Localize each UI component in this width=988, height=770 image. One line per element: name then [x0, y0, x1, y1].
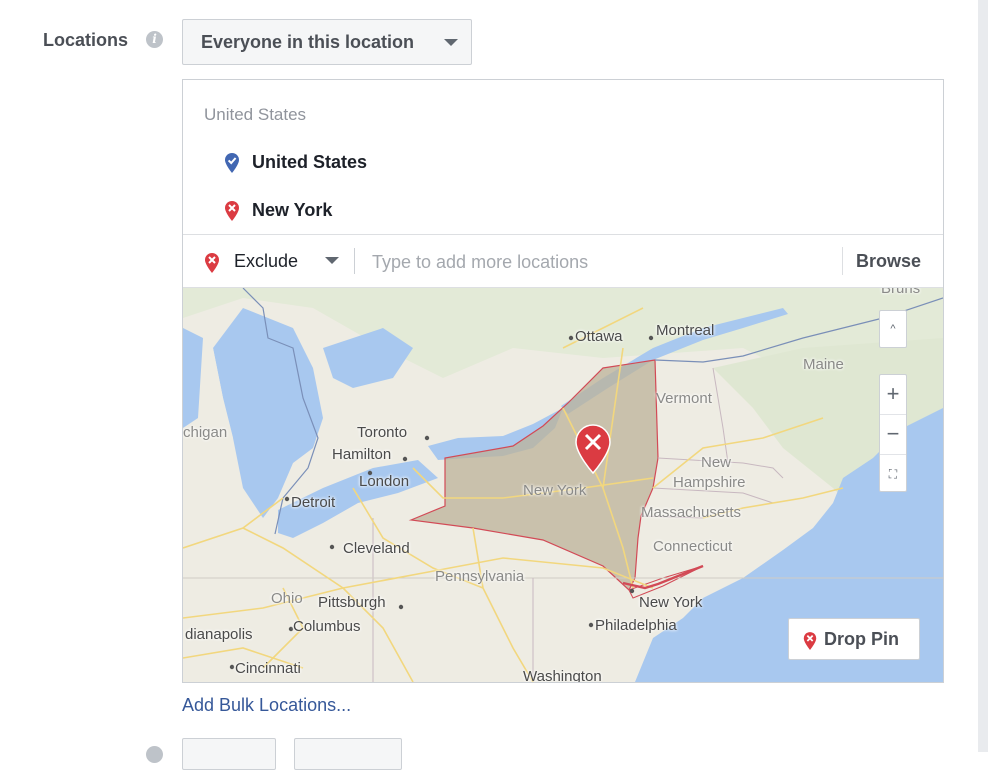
blue-pin-icon — [225, 153, 239, 173]
map-label-michigan: chigan — [183, 424, 228, 441]
map-pan-up-button[interactable]: ^ — [879, 310, 907, 348]
map-label-ottawa: Ottawa — [575, 328, 623, 345]
map-label-maine: Maine — [803, 356, 844, 373]
map-label-philadelphia: Philadelphia — [595, 617, 677, 634]
location-item-label: New York — [252, 200, 333, 220]
map-label-bruns: Bruns — [881, 288, 921, 297]
map-label-hamilton: Hamilton — [332, 446, 392, 463]
location-group-title: United States — [204, 105, 307, 124]
partial-button[interactable] — [294, 738, 402, 770]
location-search-row: Exclude Browse — [183, 234, 943, 288]
info-icon[interactable] — [146, 746, 163, 763]
map-label-new-hampshire-line1: New — [701, 454, 732, 471]
chevron-down-icon — [325, 257, 339, 264]
map-label-vermont: Vermont — [656, 390, 712, 407]
location-mode-dropdown[interactable]: Everyone in this location — [182, 19, 472, 65]
red-exclude-pin-icon — [205, 253, 219, 273]
map-label-pittsburgh: Pittsburgh — [318, 594, 386, 611]
map-label-pennsylvania: Pennsylvania — [435, 568, 525, 585]
divider — [354, 248, 355, 274]
zoom-in-button[interactable]: + — [880, 375, 906, 415]
map-label-indianapolis: dianapolis — [185, 626, 253, 643]
map-label-connecticut: Connecticut — [653, 538, 733, 555]
map-label-new-york-city: New York — [639, 594, 703, 611]
map-label-toronto: Toronto — [357, 424, 408, 441]
page-scrollbar[interactable] — [978, 0, 988, 752]
include-exclude-dropdown[interactable]: Exclude — [201, 235, 351, 287]
map-label-cleveland: Cleveland — [343, 540, 410, 557]
divider — [842, 247, 843, 275]
map-label-ohio: Ohio — [271, 590, 303, 607]
map-label-detroit: Detroit — [291, 494, 336, 511]
map-label-london: London — [359, 473, 410, 490]
info-icon[interactable]: i — [146, 31, 163, 48]
map-label-new-hampshire-line2: Hampshire — [673, 474, 746, 491]
drop-pin-label: Drop Pin — [824, 629, 899, 649]
map-label-new-york-state: New York — [523, 482, 587, 499]
red-exclude-pin-icon — [803, 632, 817, 650]
map-label-cincinnati: Cincinnati — [235, 660, 301, 677]
add-bulk-locations-link[interactable]: Add Bulk Locations... — [182, 695, 351, 716]
map-label-washington: Washington — [523, 668, 602, 682]
locations-panel: United States United States New York Exc… — [182, 79, 944, 683]
location-search-input[interactable] — [370, 245, 834, 279]
fullscreen-icon[interactable]: ⛶ — [880, 455, 906, 494]
map-label-columbus: Columbus — [293, 618, 361, 635]
next-field-label-partial — [72, 746, 112, 756]
map-label-montreal: Montreal — [656, 322, 715, 339]
map-zoom-controls: + − ⛶ — [879, 374, 907, 492]
locations-label: Locations — [43, 30, 129, 50]
red-exclude-pin-icon — [225, 201, 239, 221]
browse-button[interactable]: Browse — [856, 235, 921, 287]
map-label-massachusetts: Massachusetts — [641, 504, 742, 521]
location-mode-value: Everyone in this location — [201, 32, 415, 52]
location-map[interactable]: Bruns Ottawa Montreal Maine Vermont New … — [183, 288, 943, 682]
chevron-down-icon — [444, 39, 458, 46]
zoom-out-button[interactable]: − — [880, 415, 906, 455]
drop-pin-button[interactable]: Drop Pin — [788, 618, 920, 660]
exclude-label: Exclude — [234, 251, 299, 271]
location-item-label: United States — [252, 152, 368, 172]
partial-button[interactable] — [182, 738, 276, 770]
